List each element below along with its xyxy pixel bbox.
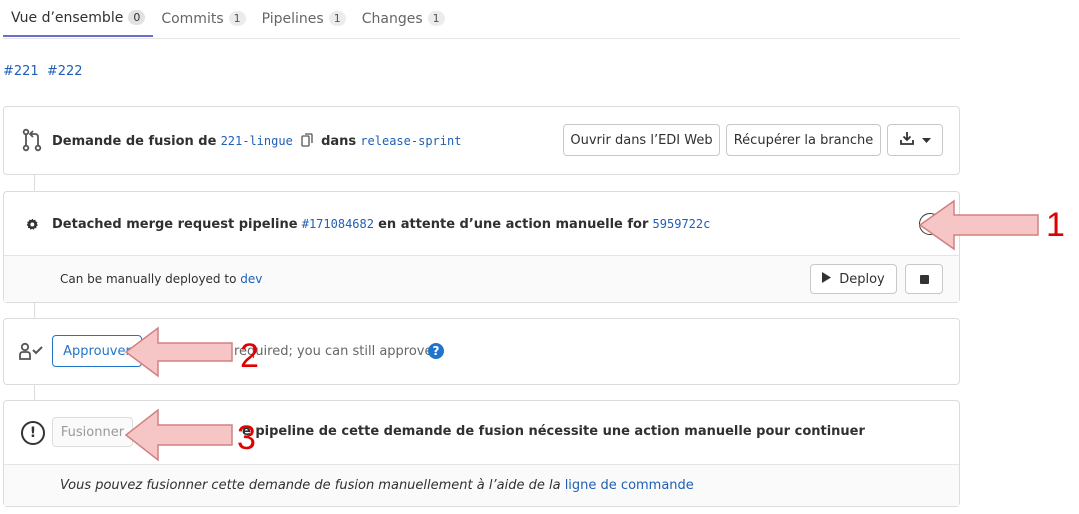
copy-branch-icon[interactable] bbox=[301, 133, 313, 151]
gear-icon bbox=[24, 216, 40, 232]
manual-merge-info: Vous pouvez fusionner cette demande de f… bbox=[60, 478, 694, 493]
tab-overview-count: 0 bbox=[128, 10, 146, 25]
annotation-number-2: 2 bbox=[240, 337, 259, 375]
manual-merge-section: Vous pouvez fusionner cette demande de f… bbox=[4, 464, 959, 506]
annotation-number-1: 1 bbox=[1046, 206, 1065, 244]
target-label: dans bbox=[321, 134, 357, 149]
tab-commits-label: Commits bbox=[161, 10, 224, 27]
merge-status-text: e pipeline de cette demande de fusion né… bbox=[242, 424, 865, 439]
source-branch[interactable]: 221-lingue bbox=[221, 134, 293, 148]
annotation-arrow-3 bbox=[124, 408, 233, 462]
environment-link[interactable]: dev bbox=[240, 272, 262, 286]
merge-button[interactable]: Fusionner bbox=[52, 417, 133, 447]
tab-overview-label: Vue d’ensemble bbox=[11, 9, 124, 26]
timeline-connector bbox=[34, 301, 35, 319]
annotation-arrow-2 bbox=[124, 326, 233, 378]
tab-pipelines-count: 1 bbox=[328, 11, 346, 26]
download-dropdown-button[interactable] bbox=[887, 124, 943, 156]
issue-link-221[interactable]: #221 bbox=[3, 64, 39, 79]
tab-pipelines-label: Pipelines bbox=[261, 10, 324, 27]
pipeline-prefix: Detached merge request pipeline bbox=[52, 217, 298, 232]
deploy-button[interactable]: Deploy bbox=[810, 264, 897, 294]
deployment-section: Can be manually deployed to dev Deploy bbox=[4, 255, 959, 302]
issue-link-222[interactable]: #222 bbox=[47, 64, 83, 79]
commit-sha-link[interactable]: 5959722c bbox=[653, 217, 711, 231]
pipeline-id-link[interactable]: #171084682 bbox=[302, 217, 374, 231]
play-icon bbox=[822, 271, 832, 287]
open-web-ide-button[interactable]: Ouvrir dans l’EDI Web bbox=[563, 124, 720, 156]
download-icon bbox=[899, 131, 914, 149]
merge-status-label: e pipeline de cette demande de fusion né… bbox=[242, 424, 865, 439]
merge-request-prefix: Demande de fusion de bbox=[52, 134, 217, 149]
merge-request-icon bbox=[19, 127, 45, 153]
tab-commits-count: 1 bbox=[228, 11, 246, 26]
tab-changes-label: Changes bbox=[361, 10, 423, 27]
manual-merge-text: Vous pouvez fusionner cette demande de f… bbox=[60, 478, 561, 493]
tab-changes[interactable]: Changes 1 bbox=[354, 0, 453, 37]
stop-environment-button[interactable] bbox=[905, 264, 943, 294]
tab-overview[interactable]: Vue d’ensemble 0 bbox=[3, 0, 154, 37]
pipeline-status-line: Detached merge request pipeline #1710846… bbox=[52, 217, 710, 232]
annotation-arrow-1 bbox=[918, 199, 1039, 251]
help-icon[interactable]: ? bbox=[428, 343, 444, 359]
checkout-branch-button[interactable]: Récupérer la branche bbox=[726, 124, 881, 156]
deploy-info: Can be manually deployed to dev bbox=[60, 272, 262, 286]
tab-pipelines[interactable]: Pipelines 1 bbox=[254, 0, 354, 37]
tab-bar: Vue d’ensemble 0 Commits 1 Pipelines 1 C… bbox=[3, 0, 960, 39]
chevron-down-icon bbox=[921, 133, 931, 148]
tab-changes-count: 1 bbox=[427, 11, 445, 26]
approval-status-text: required; you can still approve bbox=[234, 344, 433, 359]
merge-request-title: Demande de fusion de 221-lingue dans rel… bbox=[52, 133, 461, 151]
tab-commits[interactable]: Commits 1 bbox=[153, 0, 253, 37]
stop-icon bbox=[919, 274, 929, 284]
related-issues: #221 #222 bbox=[3, 64, 87, 79]
approval-icon bbox=[19, 341, 47, 361]
deploy-button-label: Deploy bbox=[839, 271, 885, 287]
warning-icon: ! bbox=[21, 421, 45, 445]
annotation-number-3: 3 bbox=[237, 419, 256, 457]
command-line-link[interactable]: ligne de commande bbox=[565, 478, 694, 493]
pipeline-status-text: en attente d’une action manuelle for bbox=[378, 217, 649, 232]
timeline-connector bbox=[34, 383, 35, 401]
merge-request-header: Demande de fusion de 221-lingue dans rel… bbox=[3, 106, 960, 175]
timeline-connector bbox=[34, 174, 35, 192]
pipeline-widget: Detached merge request pipeline #1710846… bbox=[3, 191, 960, 303]
deploy-info-text: Can be manually deployed to bbox=[60, 272, 237, 286]
target-branch[interactable]: release-sprint bbox=[360, 134, 461, 148]
